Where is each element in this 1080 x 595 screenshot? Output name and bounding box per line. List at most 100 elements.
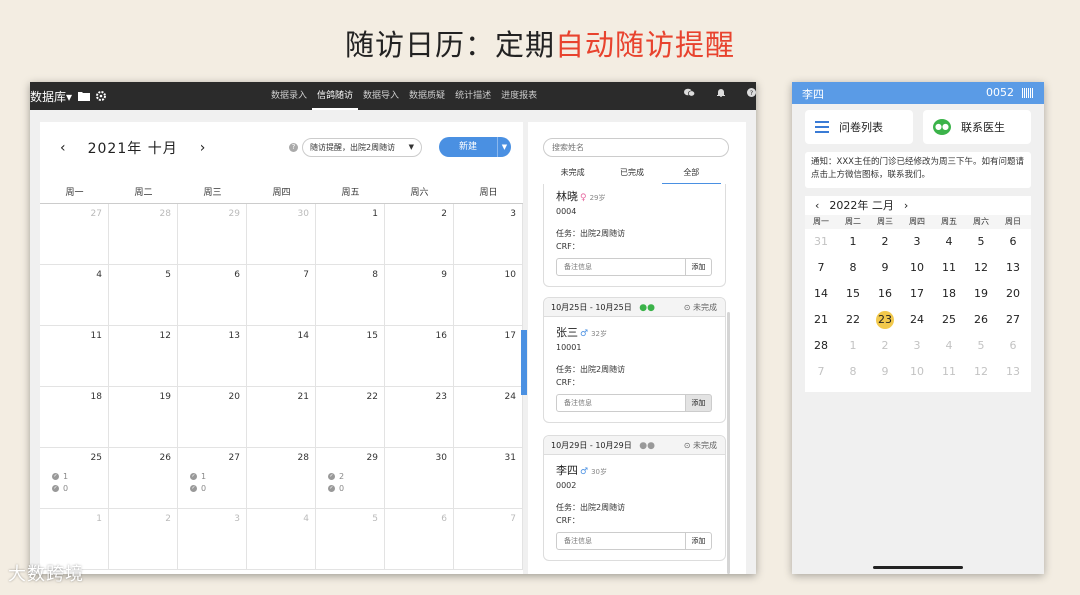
nav-item-active[interactable]: 信鸽随访 — [312, 82, 359, 110]
wechat-icon[interactable] — [684, 88, 696, 100]
calendar-day-cell[interactable]: 27 ✓ 1 ✓ 0 — [178, 448, 247, 509]
mobile-day-cell[interactable]: 28 — [805, 333, 837, 359]
add-note-button[interactable]: 添加 — [686, 258, 712, 276]
mobile-day-cell[interactable]: 2 — [869, 333, 901, 359]
calendar-day-cell[interactable]: 15 — [316, 326, 385, 387]
mobile-day-cell[interactable]: 10 — [901, 255, 933, 281]
calendar-day-cell[interactable]: 11 — [40, 326, 109, 387]
mobile-day-cell[interactable]: 11 — [933, 255, 965, 281]
gear-icon[interactable] — [96, 90, 107, 104]
mobile-day-cell[interactable]: 1 — [837, 333, 869, 359]
calendar-day-cell[interactable]: 31 — [454, 448, 523, 509]
calendar-day-cell[interactable]: 19 — [109, 387, 178, 448]
calendar-day-cell[interactable]: 13 — [178, 326, 247, 387]
mobile-day-cell[interactable]: 12 — [965, 255, 997, 281]
calendar-day-cell[interactable]: 6 — [385, 509, 454, 570]
calendar-day-cell[interactable]: 28 — [247, 448, 316, 509]
search-input[interactable] — [543, 138, 729, 157]
mobile-day-cell[interactable]: 7 — [805, 255, 837, 281]
mobile-day-cell[interactable]: 24 — [901, 307, 933, 333]
calendar-day-cell[interactable]: 9 — [385, 265, 454, 326]
prev-month-button[interactable]: ‹ — [815, 196, 819, 215]
calendar-day-cell[interactable]: 26 — [109, 448, 178, 509]
calendar-day-cell[interactable]: 28 — [109, 204, 178, 265]
mobile-day-cell[interactable]: 6 — [997, 229, 1029, 255]
mobile-day-cell[interactable]: 5 — [965, 229, 997, 255]
note-input[interactable] — [556, 394, 686, 412]
wechat-icon[interactable]: ●● — [639, 299, 655, 318]
calendar-day-cell[interactable]: 1 — [316, 204, 385, 265]
calendar-day-cell[interactable]: 7 — [247, 265, 316, 326]
nav-item[interactable]: 数据导入 — [358, 82, 404, 110]
brand-menu[interactable]: 数据库▾ — [30, 88, 107, 105]
mobile-day-cell[interactable]: 14 — [805, 281, 837, 307]
tab-incomplete[interactable]: 未完成 — [543, 164, 602, 184]
reminder-select[interactable]: 随访提醒，出院2周随访 ▼ — [302, 138, 422, 157]
mobile-day-cell[interactable]: 13 — [997, 255, 1029, 281]
mobile-day-cell[interactable]: 13 — [997, 359, 1029, 385]
mobile-day-cell[interactable]: 8 — [837, 359, 869, 385]
mobile-day-cell[interactable]: 8 — [837, 255, 869, 281]
prev-month-button[interactable]: ‹ — [60, 140, 66, 156]
calendar-day-cell[interactable]: 3 — [454, 204, 523, 265]
mobile-day-cell[interactable]: 10 — [901, 359, 933, 385]
mobile-day-cell[interactable]: 7 — [805, 359, 837, 385]
mobile-day-cell[interactable]: 2 — [869, 229, 901, 255]
mobile-day-cell[interactable]: 25 — [933, 307, 965, 333]
note-input[interactable] — [556, 258, 686, 276]
mobile-day-cell[interactable]: 18 — [933, 281, 965, 307]
mobile-day-cell[interactable]: 11 — [933, 359, 965, 385]
mobile-day-cell[interactable]: 27 — [997, 307, 1029, 333]
mobile-day-cell[interactable]: 16 — [869, 281, 901, 307]
calendar-day-cell[interactable]: 30 — [247, 204, 316, 265]
calendar-day-cell[interactable]: 5 — [109, 265, 178, 326]
calendar-day-cell[interactable]: 18 — [40, 387, 109, 448]
calendar-day-cell[interactable]: 4 — [40, 265, 109, 326]
mobile-day-cell[interactable]: 19 — [965, 281, 997, 307]
calendar-day-cell[interactable]: 6 — [178, 265, 247, 326]
mobile-day-cell[interactable]: 5 — [965, 333, 997, 359]
mobile-day-cell[interactable]: 15 — [837, 281, 869, 307]
calendar-day-cell[interactable]: 12 — [109, 326, 178, 387]
mobile-day-cell[interactable]: 6 — [997, 333, 1029, 359]
add-note-button[interactable]: 添加 — [686, 532, 712, 550]
calendar-day-cell[interactable]: 3 — [178, 509, 247, 570]
help-icon[interactable]: ? — [289, 143, 298, 152]
help-circle-icon[interactable]: ? — [747, 88, 756, 100]
next-month-button[interactable]: › — [200, 140, 206, 156]
mobile-day-cell[interactable]: 1 — [837, 229, 869, 255]
mobile-day-cell[interactable]: 4 — [933, 333, 965, 359]
next-month-button[interactable]: › — [904, 196, 908, 215]
calendar-day-cell[interactable]: 2 — [385, 204, 454, 265]
calendar-day-cell[interactable]: 21 — [247, 387, 316, 448]
tab-all[interactable]: 全部 — [661, 164, 721, 184]
calendar-day-cell[interactable]: 16 — [385, 326, 454, 387]
mobile-day-cell[interactable]: 21 — [805, 307, 837, 333]
contact-doctor-button[interactable]: ●● 联系医生 — [923, 110, 1031, 144]
tab-completed[interactable]: 已完成 — [602, 164, 661, 184]
calendar-day-cell[interactable]: 4 — [247, 509, 316, 570]
add-note-button[interactable]: 添加 — [686, 394, 712, 412]
wechat-icon[interactable]: ●● — [639, 437, 655, 456]
calendar-day-cell[interactable]: 20 — [178, 387, 247, 448]
nav-item[interactable]: 进度报表 — [496, 82, 542, 110]
calendar-day-cell[interactable]: 14 — [247, 326, 316, 387]
calendar-day-cell[interactable]: 29 — [178, 204, 247, 265]
new-button[interactable]: 新建 ▼ — [439, 137, 511, 157]
mobile-day-cell[interactable]: 23 — [869, 307, 901, 333]
mobile-day-cell[interactable]: 9 — [869, 255, 901, 281]
calendar-day-cell[interactable]: 23 — [385, 387, 454, 448]
mobile-day-cell[interactable]: 31 — [805, 229, 837, 255]
mobile-day-cell[interactable]: 3 — [901, 229, 933, 255]
mobile-day-cell[interactable]: 22 — [837, 307, 869, 333]
mobile-day-cell[interactable]: 9 — [869, 359, 901, 385]
calendar-day-cell[interactable]: 17 — [454, 326, 523, 387]
calendar-day-cell[interactable]: 10 — [454, 265, 523, 326]
calendar-day-cell[interactable]: 22 — [316, 387, 385, 448]
calendar-day-cell[interactable]: 25 ✓ 1 ✓ 0 — [40, 448, 109, 509]
collapse-handle[interactable] — [521, 330, 527, 395]
mobile-day-cell[interactable]: 17 — [901, 281, 933, 307]
calendar-day-cell[interactable]: 2 — [109, 509, 178, 570]
mobile-day-cell[interactable]: 3 — [901, 333, 933, 359]
nav-item[interactable]: 数据录入 — [266, 82, 312, 110]
